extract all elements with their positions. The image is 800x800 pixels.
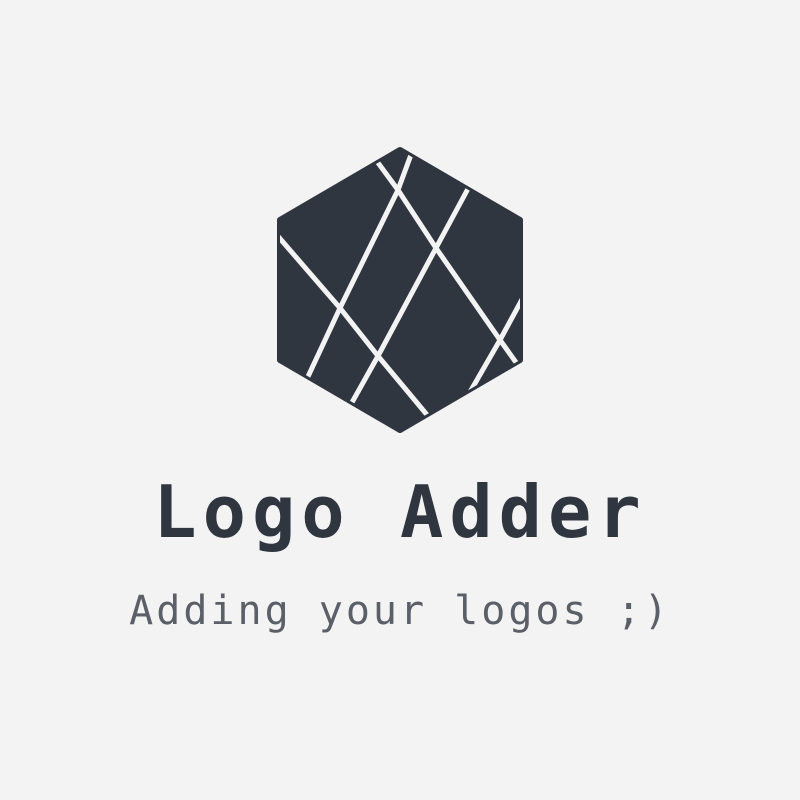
brand-logo xyxy=(270,145,530,435)
brand-tagline: Adding your logos ;) xyxy=(129,588,671,634)
brand-title: Logo Adder xyxy=(153,470,647,554)
faceted-hexagon-icon xyxy=(277,147,523,433)
